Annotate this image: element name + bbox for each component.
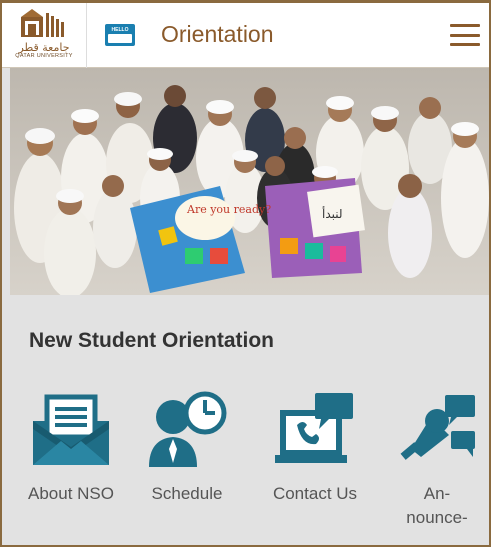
tile-contact-us[interactable]: Contact Us [256,388,374,538]
hero-photo: Are you ready? لنبدأ [10,68,489,295]
header-divider [86,3,87,68]
hamburger-menu-icon[interactable] [450,24,480,46]
tile-label: An- nounce- [406,484,468,527]
section-title: New Student Orientation [29,329,275,352]
app-frame: جامعة قطر QATAR UNIVERSITY HELLO Orienta… [0,0,491,547]
page-title: Orientation [161,21,274,47]
sign-text-2: لنبدأ [322,206,343,221]
qatar-university-logo[interactable]: جامعة قطر QATAR UNIVERSITY [12,7,76,64]
group-photo-illustration: Are you ready? لنبدأ [10,68,489,295]
sign-text-1: Are you ready? [186,203,271,216]
laptop-chat-icon [270,388,360,470]
hello-badge-icon: HELLO [105,24,135,46]
tile-announcements[interactable]: An- nounce- [378,388,489,538]
university-seal-icon [21,9,64,37]
logo-arabic-text: جامعة قطر [18,41,70,54]
tile-schedule[interactable]: Schedule [128,388,246,538]
logo-latin-text: QATAR UNIVERSITY [15,53,73,59]
feature-tiles: About NSO Schedule Contact Us An- nounce… [10,388,489,545]
tile-label: Schedule [151,484,223,503]
tile-label: About NSO [28,484,114,503]
envelope-icon [26,388,116,470]
person-clock-icon [142,388,232,470]
megaphone-chat-icon [392,388,482,470]
app-header: جامعة قطر QATAR UNIVERSITY HELLO Orienta… [2,3,489,68]
hello-badge-text: HELLO [111,27,129,33]
tile-label: Contact Us [272,484,358,503]
tile-about-nso[interactable]: About NSO [12,388,130,538]
